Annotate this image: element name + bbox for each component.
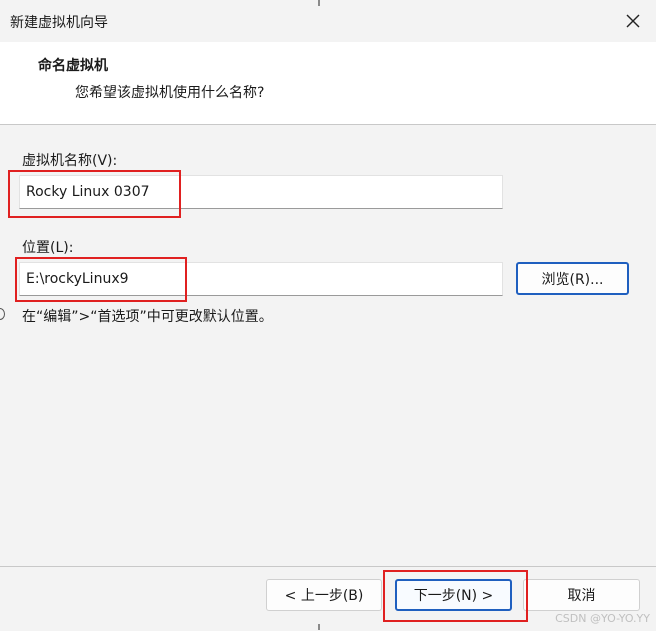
wizard-content: 虚拟机名称(V): 位置(L): 浏览(R)... 在“编辑”>“首选项”中可更… (0, 0, 656, 566)
wizard-footer: < 上一步(B) 下一步(N) > 取消 CSDN @YO-YO.YY (0, 566, 656, 631)
back-button[interactable]: < 上一步(B) (266, 579, 382, 611)
background-window-edge-bottom (318, 624, 320, 630)
location-label: 位置(L): (22, 240, 74, 256)
vm-name-input[interactable] (19, 175, 503, 209)
vm-name-label: 虚拟机名称(V): (22, 153, 118, 169)
partial-radio-icon (0, 308, 5, 320)
cancel-button[interactable]: 取消 (523, 579, 640, 611)
default-location-hint: 在“编辑”>“首选项”中可更改默认位置。 (22, 309, 273, 325)
watermark: CSDN @YO-YO.YY (555, 612, 650, 625)
next-button[interactable]: 下一步(N) > (395, 579, 512, 611)
location-input[interactable] (19, 262, 503, 296)
browse-button[interactable]: 浏览(R)... (516, 262, 629, 295)
